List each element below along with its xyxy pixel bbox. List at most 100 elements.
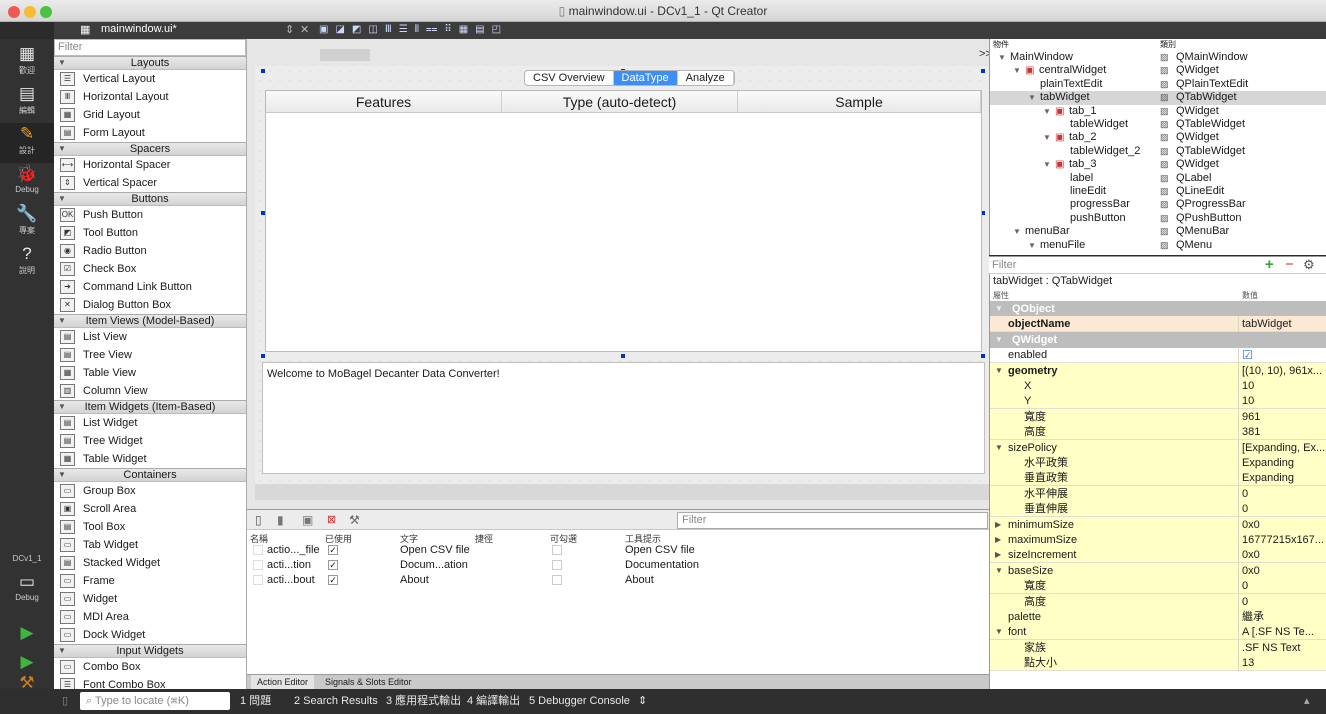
property-row[interactable]: 水平政策 Expanding	[990, 455, 1326, 471]
expand-arrow-icon[interactable]: ▼	[995, 363, 1003, 379]
property-value[interactable]: A [.SF NS Te...	[1242, 624, 1314, 640]
expand-arrow-icon[interactable]: ▼	[1043, 158, 1051, 171]
widget-item[interactable]: ▭ Group Box	[54, 482, 246, 500]
object-tree-row[interactable]: ▼ MainWindow ▨ QMainWindow	[990, 51, 1326, 64]
property-row[interactable]: 高度 0	[990, 593, 1326, 610]
widget-item[interactable]: ➜ Command Link Button	[54, 278, 246, 296]
toggle-sidebar-icon[interactable]: ▯	[62, 689, 68, 714]
widget-category[interactable]: ▼ Item Widgets (Item-Based)	[54, 400, 246, 414]
build-button[interactable]: ⚒	[0, 674, 54, 691]
mode-help[interactable]: ? 說明	[0, 243, 54, 283]
tab-datatype[interactable]: DataType	[613, 71, 678, 85]
widget-item[interactable]: ⇕ Vertical Spacer	[54, 174, 246, 192]
action-row[interactable]: acti...bout ✓ About About	[247, 573, 989, 588]
widget-category[interactable]: ▼ Layouts	[54, 56, 246, 70]
widget-item[interactable]: ◩ Tool Button	[54, 224, 246, 242]
property-value[interactable]: 0	[1242, 594, 1248, 610]
property-value[interactable]: Expanding	[1242, 470, 1294, 486]
object-tree-row[interactable]: ▼ ▣ centralWidget ▨ QWidget	[990, 64, 1326, 77]
property-row[interactable]: ▶ sizeIncrement 0x0	[990, 547, 1326, 564]
tab-action-editor[interactable]: Action Editor	[251, 675, 315, 690]
property-row[interactable]: enabled ☑	[990, 347, 1326, 364]
expand-arrow-icon[interactable]: ▼	[998, 51, 1006, 64]
edit-tab-order-icon[interactable]: ◫	[368, 24, 377, 35]
property-row[interactable]: 寬度 961	[990, 408, 1326, 425]
widget-category[interactable]: ▼ Item Views (Model-Based)	[54, 314, 246, 328]
adjust-size-icon[interactable]: ◰	[492, 24, 501, 35]
property-value[interactable]: 0x0	[1242, 547, 1260, 563]
object-tree-row[interactable]: ▼ ▣ tab_1 ▨ QWidget	[990, 105, 1326, 118]
configure-icon[interactable]: ⚒	[349, 513, 360, 527]
layout-vertical-icon[interactable]: ☰	[399, 24, 408, 35]
property-value[interactable]: tabWidget	[1242, 316, 1292, 332]
widget-item[interactable]: ▤ Tree Widget	[54, 432, 246, 450]
expand-arrow-icon[interactable]: ▼	[1013, 64, 1021, 77]
object-tree-row[interactable]: lineEdit ▨ QLineEdit	[990, 185, 1326, 198]
object-tree-row[interactable]: tableWidget_2 ▨ QTableWidget	[990, 145, 1326, 158]
property-value[interactable]: .SF NS Text	[1242, 640, 1300, 656]
selection-handle[interactable]	[261, 354, 265, 358]
expand-arrow-icon[interactable]: ▶	[995, 532, 1001, 548]
property-filter-input[interactable]: Filter	[992, 259, 1016, 271]
tab-analyze[interactable]: Analyze	[678, 71, 734, 85]
property-row[interactable]: Y 10	[990, 393, 1326, 410]
widget-item[interactable]: ▭ Tab Widget	[54, 536, 246, 554]
document-switch-arrows[interactable]: ⇕	[285, 23, 294, 36]
widget-item[interactable]: OK Push Button	[54, 206, 246, 224]
object-tree-row[interactable]: plainTextEdit ▨ QPlainTextEdit	[990, 78, 1326, 91]
property-value[interactable]: [Expanding, Ex...	[1242, 440, 1325, 456]
form-scroll-thumb[interactable]	[320, 49, 370, 61]
property-row[interactable]: ▼ geometry [(10, 10), 961x...	[990, 362, 1326, 379]
object-tree-row[interactable]: ▼ menuBar ▨ QMenuBar	[990, 225, 1326, 238]
property-row[interactable]: 垂直伸展 0	[990, 501, 1326, 518]
property-value[interactable]: 10	[1242, 378, 1254, 394]
object-tree-row[interactable]: pushButton ▨ QPushButton	[990, 212, 1326, 225]
property-value[interactable]: 961	[1242, 409, 1260, 425]
widget-item[interactable]: ⟷ Horizontal Spacer	[54, 156, 246, 174]
table-widget[interactable]: Features Type (auto-detect) Sample	[265, 90, 982, 352]
output-pane-2[interactable]: 2 Search Results	[294, 689, 378, 714]
checkable-checkbox[interactable]	[552, 545, 562, 555]
widget-category[interactable]: ▼ Buttons	[54, 192, 246, 206]
used-checkbox[interactable]: ✓	[328, 560, 338, 570]
property-row[interactable]: 寬度 0	[990, 578, 1326, 595]
property-row[interactable]: objectName tabWidget	[990, 316, 1326, 333]
widget-filter-input[interactable]: Filter	[54, 39, 246, 56]
layout-horizontal-icon[interactable]: Ⅲ	[385, 24, 392, 35]
property-value[interactable]: 0x0	[1242, 517, 1260, 533]
property-value[interactable]: 16777215x167...	[1242, 532, 1324, 548]
expand-arrow-icon[interactable]: ▼	[1028, 239, 1036, 252]
output-pane-1[interactable]: 1 問題	[240, 689, 271, 714]
object-tree-row[interactable]: tableWidget ▨ QTableWidget	[990, 118, 1326, 131]
expand-arrow-icon[interactable]: ▶	[995, 547, 1001, 563]
property-value[interactable]: 381	[1242, 424, 1260, 440]
widget-item[interactable]: ▭ Widget	[54, 590, 246, 608]
widget-item[interactable]: ☰ Font Combo Box	[54, 676, 246, 689]
widget-item[interactable]: ▦ Table Widget	[54, 450, 246, 468]
object-tree-row[interactable]: ▼ tabWidget ▨ QTabWidget	[990, 91, 1326, 105]
property-value[interactable]: 繼承	[1242, 609, 1264, 625]
tab-csv-overview[interactable]: CSV Overview	[525, 71, 614, 85]
action-filter-input[interactable]: Filter	[677, 512, 988, 529]
mode-project[interactable]: 🔧 專案	[0, 203, 54, 243]
edit-buddies-icon[interactable]: ◩	[352, 24, 361, 35]
output-pane-switch[interactable]: ⇕	[638, 689, 647, 714]
column-header[interactable]: Sample	[738, 91, 981, 112]
property-row[interactable]: palette 繼承	[990, 609, 1326, 625]
used-checkbox[interactable]: ✓	[328, 575, 338, 585]
add-property-button[interactable]: +	[1265, 256, 1274, 273]
expand-arrow-icon[interactable]: ▶	[995, 517, 1001, 533]
layout-split-v-icon[interactable]: ⩵	[426, 24, 437, 35]
expand-arrow-icon[interactable]: ▼	[1043, 131, 1051, 144]
property-row[interactable]: 水平伸展 0	[990, 485, 1326, 502]
mode-debug[interactable]: 🐞 Debug	[0, 163, 54, 203]
expand-arrow-icon[interactable]: ▼	[995, 563, 1003, 579]
widget-item[interactable]: ◉ Radio Button	[54, 242, 246, 260]
property-row[interactable]: ▶ minimumSize 0x0	[990, 516, 1326, 533]
property-value[interactable]: 0	[1242, 578, 1248, 594]
property-row[interactable]: 垂直政策 Expanding	[990, 470, 1326, 487]
property-value[interactable]: [(10, 10), 961x...	[1242, 363, 1322, 379]
widget-item[interactable]: ▭ Frame	[54, 572, 246, 590]
output-pane-5[interactable]: 5 Debugger Console	[529, 689, 630, 714]
property-row[interactable]: ▶ maximumSize 16777215x167...	[990, 532, 1326, 548]
